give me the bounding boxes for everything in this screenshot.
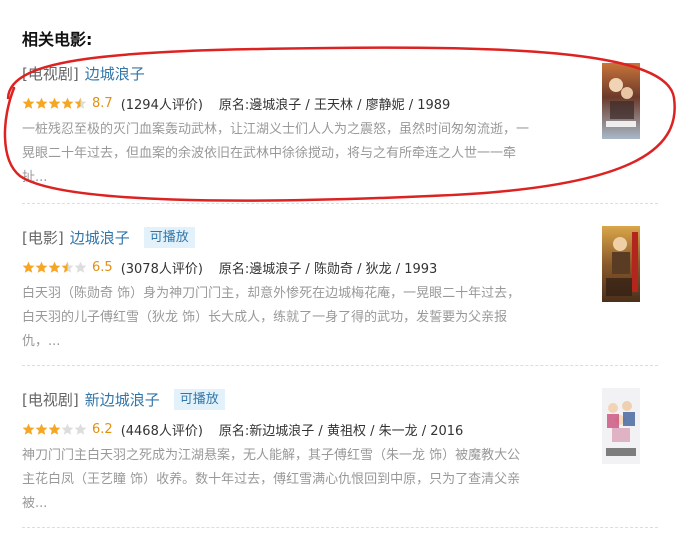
- subject-info: 原名:邊城浪子 / 王天林 / 廖静妮 / 1989: [218, 97, 451, 113]
- description: 神刀门门主白天羽之死成为江湖悬案，无人能解，其子傅红雪（朱一龙 饰）被魔教大公 …: [22, 444, 572, 516]
- vote-count: (1294人评价): [120, 97, 203, 113]
- star-icon: [22, 97, 35, 109]
- description-line: 白天羽（陈勋奇 饰）身为神刀门门主，却意外惨死在边城梅花庵，一晃眼二十年过去，: [22, 286, 521, 301]
- description-line: 晃眼二十年过去，但血案的余波依旧在武林中徐徐搅动，将与之有所牵连之人世一一牵: [22, 146, 517, 161]
- divider: [22, 203, 658, 204]
- playable-badge[interactable]: 可播放: [173, 388, 225, 410]
- description-line: 被...: [22, 496, 48, 511]
- star-icon: [61, 97, 74, 109]
- star-rating: [22, 261, 87, 274]
- title-link[interactable]: 边城浪子: [70, 227, 130, 248]
- star-icon: [74, 97, 87, 109]
- rating-score: 8.7: [92, 95, 113, 111]
- description-line: 白天羽的儿子傅红雪（狄龙 饰）长大成人，练就了一身了得的武功，发誓要为父亲报: [22, 310, 508, 325]
- poster-thumbnail[interactable]: [602, 388, 640, 464]
- category-label: [电影]: [22, 228, 64, 247]
- category-label: [电视剧]: [22, 64, 79, 83]
- star-rating: [22, 97, 87, 110]
- vote-count: (3078人评价): [120, 261, 203, 277]
- description-line: 神刀门门主白天羽之死成为江湖悬案，无人能解，其子傅红雪（朱一龙 饰）被魔教大公: [22, 448, 521, 463]
- description: 一桩残忍至极的灭门血案轰动武林，让江湖义士们人人为之震怒，虽然时间匆匆流逝，一 …: [22, 118, 572, 190]
- star-icon: [61, 261, 74, 273]
- star-icon: [22, 261, 35, 273]
- rating-score: 6.2: [92, 421, 113, 437]
- description-line: 仇，...: [22, 334, 61, 349]
- title-link[interactable]: 边城浪子: [85, 63, 145, 84]
- rating-score: 6.5: [92, 259, 113, 275]
- result-item: [电视剧] 边城浪子 8.7 (1294人评价) 原名:邊城浪子 / 王天林 /…: [22, 60, 658, 190]
- description-line: 主花白凤（王艺瞳 饰）收养。数十年过去，傅红雪满心仇恨回到中原，只为了查清父亲: [22, 472, 521, 487]
- star-icon: [48, 261, 61, 273]
- vote-count: (4468人评价): [120, 423, 203, 439]
- poster-thumbnail[interactable]: [602, 226, 640, 302]
- result-item: [电视剧] 新边城浪子 可播放 6.2 (4468人评价) 原名:新边城浪子 /…: [22, 386, 658, 516]
- star-icon: [48, 97, 61, 109]
- category-label: [电视剧]: [22, 390, 79, 409]
- description-line: 一桩残忍至极的灭门血案轰动武林，让江湖义士们人人为之震怒，虽然时间匆匆流逝，一: [22, 122, 530, 137]
- description-line: 扯...: [22, 170, 48, 185]
- divider: [22, 527, 658, 528]
- star-icon: [48, 423, 61, 435]
- playable-badge[interactable]: 可播放: [143, 226, 195, 248]
- star-icon: [35, 423, 48, 435]
- star-icon: [35, 97, 48, 109]
- poster-thumbnail[interactable]: [602, 63, 640, 139]
- star-rating: [22, 423, 87, 436]
- related-movies-heading: 相关电影:: [22, 30, 93, 49]
- divider: [22, 365, 658, 366]
- star-icon: [35, 261, 48, 273]
- subject-info: 原名:邊城浪子 / 陈勋奇 / 狄龙 / 1993: [218, 261, 438, 277]
- star-icon: [22, 423, 35, 435]
- subject-info: 原名:新边城浪子 / 黄祖权 / 朱一龙 / 2016: [218, 423, 464, 439]
- title-link[interactable]: 新边城浪子: [85, 389, 160, 410]
- description: 白天羽（陈勋奇 饰）身为神刀门门主，却意外惨死在边城梅花庵，一晃眼二十年过去， …: [22, 282, 572, 354]
- star-icon: [61, 423, 74, 435]
- result-item: [电影] 边城浪子 可播放 6.5 (3078人评价) 原名:邊城浪子 / 陈勋…: [22, 224, 658, 354]
- star-icon: [74, 423, 87, 435]
- star-icon: [74, 261, 87, 273]
